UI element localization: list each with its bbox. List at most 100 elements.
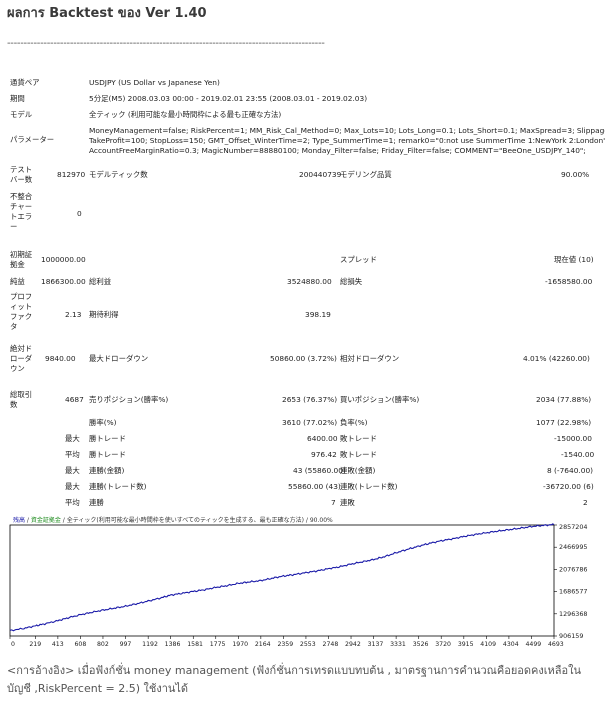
y-tick-label: 1686577 (559, 588, 587, 596)
y-tick-label: 1296368 (559, 610, 587, 618)
long-positions-value: 2034 (77.88%) (536, 395, 592, 404)
consec-trades-max-label: 最大 (65, 482, 80, 491)
short-positions-value: 2653 (76.37%) (282, 395, 338, 404)
win-rate-value: 3610 (77.02%) (282, 418, 338, 427)
loss-rate-label: 負率(%) (340, 418, 368, 427)
avg-loss-value: -1540.00 (561, 450, 595, 459)
x-tick-label: 997 (120, 641, 132, 648)
deposit-label-2: 拠金 (10, 260, 25, 269)
page-title: ผลการ Backtest ของ Ver 1.40 (7, 6, 207, 21)
pf-label-2: ィット (10, 302, 33, 311)
largest-label: 最大 (65, 434, 80, 443)
consec-loss-trades-value: -36720.00 (6) (543, 482, 594, 491)
avg-consec-label: 平均 (65, 498, 80, 507)
pf-label-3: ファク (10, 312, 33, 321)
consec-win-trades-label: 連勝(トレード数) (89, 482, 147, 491)
trades-label-1: 総取引 (10, 390, 33, 399)
short-positions-label: 売りポジション(勝率%) (89, 395, 169, 404)
largest-loss-label: 敗トレード (340, 434, 377, 443)
consec-win-trades-value: 55860.00 (43) (288, 482, 341, 491)
x-tick-label: 1775 (210, 641, 226, 648)
spread-label: スプレッド (340, 255, 377, 264)
x-tick-label: 2553 (300, 641, 316, 648)
consec-amount-max-label: 最大 (65, 466, 80, 475)
x-tick-label: 0 (11, 641, 15, 648)
x-tick-label: 3526 (413, 641, 429, 648)
win-rate-label: 勝率(%) (89, 418, 117, 427)
x-tick-label: 1192 (142, 641, 158, 648)
avg-win-value: 976.42 (311, 450, 337, 459)
mismatch-label-4: ー (10, 222, 18, 231)
y-tick-label: 906159 (559, 632, 583, 640)
parameters-line-1: MoneyManagement=false; RiskPercent=1; MM… (89, 126, 605, 135)
x-tick-label: 3331 (390, 641, 406, 648)
quality-label: モデリング品質 (340, 170, 392, 179)
trades-label-2: 数 (10, 400, 18, 409)
x-tick-label: 1386 (165, 641, 181, 648)
abs-dd-value: 9840.00 (45, 354, 76, 363)
consec-loss-trades-label: 連敗(トレード数) (340, 482, 398, 491)
x-tick-label: 3137 (368, 641, 384, 648)
parameters-line-2: TakeProfit=100; StopLoss=150; GMT_Offset… (89, 136, 605, 145)
expected-payoff-value: 398.19 (305, 310, 331, 319)
mismatch-label-1: 不整合 (10, 192, 33, 201)
bars-label-2: バー数 (10, 175, 33, 184)
max-dd-label: 最大ドローダウン (89, 354, 149, 363)
abs-dd-label-1: 絶対ド (10, 344, 33, 353)
pf-value: 2.13 (65, 310, 82, 319)
consec-win-amount-value: 43 (55860.00) (293, 466, 346, 475)
gross-profit-label: 総利益 (89, 277, 112, 286)
largest-loss-value: -15000.00 (554, 434, 592, 443)
avg-consec-loss-value: 2 (583, 498, 588, 507)
legend-quality: / 90.00% (304, 517, 333, 524)
y-tick-label: 2466995 (559, 543, 587, 551)
x-tick-label: 4109 (480, 641, 496, 648)
consec-win-amount-label: 連勝(金額) (89, 466, 125, 475)
balance-chart-svg: 残高 / 資金証拠金 / 全ティック(利用可能な最小時間枠を使いすべてのティック… (9, 516, 587, 648)
x-tick-label: 3915 (458, 641, 474, 648)
x-tick-label: 2942 (345, 641, 361, 648)
x-tick-label: 802 (97, 641, 109, 648)
avg-loss-label: 敗トレード (340, 450, 377, 459)
separator-line: ----------------------------------------… (7, 38, 325, 49)
abs-dd-label-3: ウン (10, 364, 25, 373)
caption-text: <การอ้างอิง> เมื่อฟังก์ชั่น money manage… (7, 664, 582, 695)
symbol-label: 通貨ペア (10, 78, 40, 87)
pf-label-4: タ (10, 322, 18, 331)
legend-model: / 全ティック(利用可能な最小時間枠を使いすべてのティックを生成する、最も正確な… (61, 516, 304, 524)
rel-dd-label: 相対ドローダウン (340, 354, 400, 363)
net-profit-label: 純益 (10, 277, 25, 286)
abs-dd-label-2: ローダ (10, 354, 33, 363)
largest-win-value: 6400.00 (307, 434, 338, 443)
largest-win-label: 勝トレード (89, 434, 126, 443)
loss-rate-value: 1077 (22.98%) (536, 418, 592, 427)
avg-win-label: 勝トレード (89, 450, 126, 459)
deposit-label-1: 初期証 (10, 250, 33, 259)
gross-loss-value: -1658580.00 (545, 277, 593, 286)
y-tick-label: 2076786 (559, 565, 587, 573)
x-tick-label: 2359 (277, 641, 293, 648)
x-tick-label: 1581 (187, 641, 203, 648)
max-dd-value: 50860.00 (3.72%) (270, 354, 337, 363)
rel-dd-value: 4.01% (42260.00) (523, 354, 590, 363)
gross-loss-label: 総損失 (340, 277, 363, 286)
x-tick-label: 4499 (526, 641, 542, 648)
x-tick-label: 3720 (435, 641, 451, 648)
x-tick-label: 608 (74, 641, 86, 648)
svg-text:残高 / 資金証拠金 / 全ティック(利用可能な最小時間枠を: 残高 / 資金証拠金 / 全ティック(利用可能な最小時間枠を使いすべてのティック… (13, 516, 333, 524)
parameters-label: パラメーター (10, 135, 55, 144)
ticks-label: モデルティック数 (89, 170, 148, 179)
plot-frame (9, 524, 555, 637)
balance-chart: 残高 / 資金証拠金 / 全ティック(利用可能な最小時間枠を使いすべてのティック… (9, 513, 596, 651)
deposit-value: 1000000.00 (41, 255, 86, 264)
spread-value: 現在値 (10) (554, 255, 594, 264)
consec-loss-amount-label: 連敗(金額) (340, 466, 376, 475)
legend-balance: 残高 (13, 516, 25, 524)
consec-loss-amount-value: 8 (-7640.00) (547, 466, 594, 475)
plot-area: 2857204 2466995 2076786 1686577 1296368 90615… (9, 523, 587, 648)
x-tick-label: 4693 (548, 641, 564, 648)
y-tick-label: 2857204 (559, 523, 587, 531)
average-label: 平均 (65, 450, 80, 459)
trades-value: 4687 (65, 395, 84, 404)
symbol-value: USDJPY (US Dollar vs Japanese Yen) (89, 78, 220, 87)
